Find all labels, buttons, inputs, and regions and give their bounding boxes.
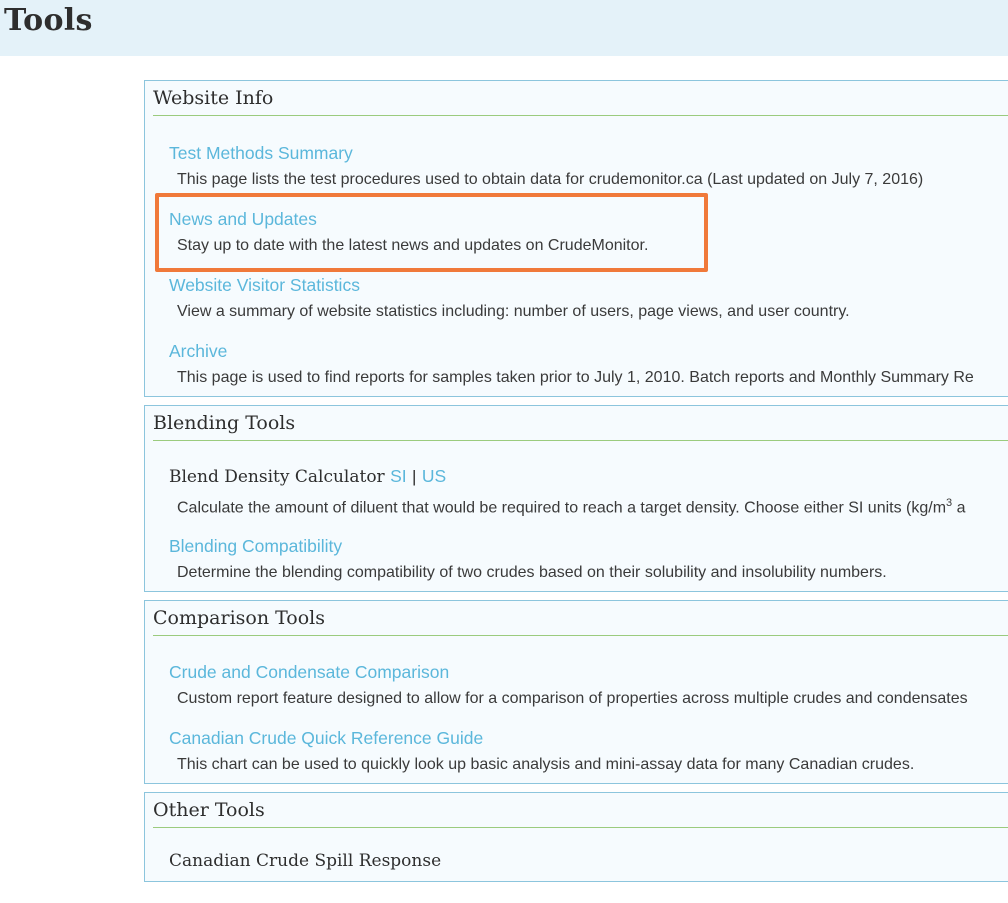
link-separator: |	[412, 467, 417, 486]
calculator-description: Calculate the amount of diluent that wou…	[177, 499, 947, 517]
section-divider	[153, 115, 1008, 116]
calculator-description-cont: a	[952, 499, 966, 517]
link-canadian-crude-quick-reference-guide[interactable]: Canadian Crude Quick Reference Guide	[169, 728, 483, 749]
item-description: Calculate the amount of diluent that wou…	[177, 497, 966, 517]
calculator-si-link[interactable]: SI	[390, 466, 407, 486]
section-other-tools: Other Tools Canadian Crude Spill Respons…	[144, 792, 1008, 882]
item-description: This page is used to find reports for sa…	[177, 369, 974, 386]
link-archive[interactable]: Archive	[169, 341, 227, 362]
item-description: Custom report feature designed to allow …	[177, 690, 968, 707]
page-header: Tools	[0, 0, 1008, 56]
section-blending-tools: Blending Tools Blend Density Calculator …	[144, 405, 1008, 592]
item-description: This chart can be used to quickly look u…	[177, 756, 915, 773]
list-item: Canadian Crude Quick Reference Guide Thi…	[169, 728, 1008, 780]
link-canadian-crude-spill-response[interactable]: Canadian Crude Spill Response	[169, 851, 441, 871]
calculator-title-text: Blend Density Calculator	[169, 467, 385, 487]
section-comparison-tools: Comparison Tools Crude and Condensate Co…	[144, 600, 1008, 784]
list-item: News and Updates Stay up to date with th…	[169, 209, 1008, 261]
item-description: This page lists the test procedures used…	[177, 171, 924, 188]
item-description: Determine the blending compatibility of …	[177, 564, 887, 581]
section-heading: Website Info	[153, 87, 274, 109]
item-description: Stay up to date with the latest news and…	[177, 237, 649, 254]
link-crude-and-condensate-comparison[interactable]: Crude and Condensate Comparison	[169, 662, 449, 683]
list-item: Archive This page is used to find report…	[169, 341, 1008, 393]
section-divider	[153, 827, 1008, 828]
section-divider	[153, 635, 1008, 636]
blend-density-calculator-title: Blend Density Calculator SI | US	[169, 466, 446, 487]
section-divider	[153, 440, 1008, 441]
list-item: Test Methods Summary This page lists the…	[169, 143, 1008, 195]
calculator-us-link[interactable]: US	[422, 466, 446, 486]
list-item: Blending Compatibility Determine the ble…	[169, 536, 1008, 588]
item-description: View a summary of website statistics inc…	[177, 303, 850, 320]
link-website-visitor-statistics[interactable]: Website Visitor Statistics	[169, 275, 360, 296]
link-blending-compatibility[interactable]: Blending Compatibility	[169, 536, 342, 557]
list-item: Crude and Condensate Comparison Custom r…	[169, 662, 1008, 714]
section-heading: Other Tools	[153, 799, 265, 821]
section-heading: Comparison Tools	[153, 607, 326, 629]
section-website-info: Website Info Test Methods Summary This p…	[144, 80, 1008, 397]
list-item: Website Visitor Statistics View a summar…	[169, 275, 1008, 327]
link-news-and-updates[interactable]: News and Updates	[169, 209, 317, 230]
list-item: Blend Density Calculator SI | US Calcula…	[169, 466, 1008, 522]
list-item: Canadian Crude Spill Response	[169, 851, 1008, 903]
link-test-methods-summary[interactable]: Test Methods Summary	[169, 143, 353, 164]
page-title: Tools	[4, 3, 93, 38]
section-heading: Blending Tools	[153, 412, 296, 434]
